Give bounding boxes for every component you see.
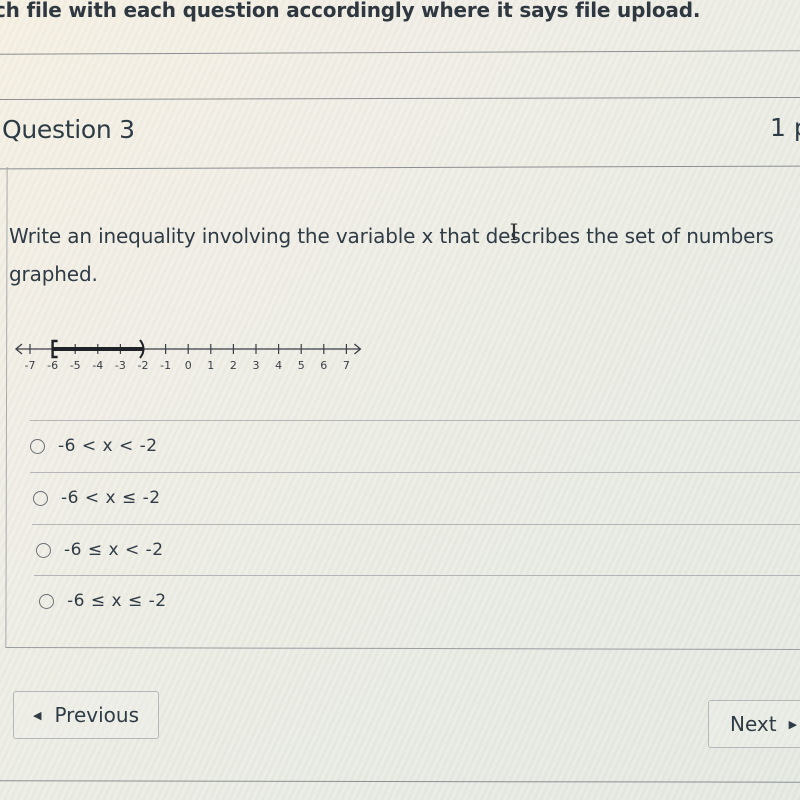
tick-label: -6 <box>47 359 58 372</box>
answer-option-label: -6 < x < -2 <box>58 436 158 456</box>
text-cursor-icon: I <box>509 221 519 246</box>
divider <box>0 96 800 101</box>
option-divider <box>30 420 800 421</box>
radio-button[interactable] <box>33 490 48 506</box>
tick-label: 6 <box>320 359 327 372</box>
number-line-graph: -7 -6 -5 -4 -3 -2 -1 0 1 2 3 4 5 6 7 <box>10 335 370 377</box>
divider <box>0 780 800 783</box>
option-divider <box>32 524 800 525</box>
tick-label: -7 <box>25 359 36 372</box>
question-points: 1 p <box>770 113 800 142</box>
tick-label: -2 <box>138 359 149 372</box>
question-prompt: Write an inequality involving the variab… <box>9 224 774 286</box>
tick-label: -5 <box>70 359 81 372</box>
divider <box>0 50 800 55</box>
tick-label: -1 <box>160 359 171 372</box>
tick-label: 2 <box>230 359 237 372</box>
answer-option-2[interactable]: -6 < x ≤ -2 <box>33 488 161 508</box>
tick-label: -3 <box>115 359 126 372</box>
answer-option-label: -6 ≤ x ≤ -2 <box>67 591 167 611</box>
radio-button[interactable] <box>30 438 45 454</box>
next-button-label: Next <box>730 712 777 736</box>
option-divider <box>34 575 800 576</box>
triangle-left-icon: ◀ <box>33 708 42 722</box>
option-divider <box>30 472 800 473</box>
question-title: Question 3 <box>2 115 135 144</box>
tick-label: 1 <box>207 359 214 372</box>
tick-label: 0 <box>185 359 192 372</box>
tick-label: 4 <box>275 359 282 372</box>
tick-label: 3 <box>253 359 260 372</box>
tick-label: -4 <box>92 359 103 372</box>
answer-option-label: -6 ≤ x < -2 <box>64 540 164 560</box>
radio-button[interactable] <box>39 593 54 609</box>
answer-option-1[interactable]: -6 < x < -2 <box>30 436 158 456</box>
previous-button-label: Previous <box>54 703 139 727</box>
answer-option-4[interactable]: -6 ≤ x ≤ -2 <box>39 591 167 611</box>
next-button[interactable]: Next ▶ <box>708 700 800 748</box>
tick-label: 7 <box>343 359 350 372</box>
answer-option-3[interactable]: -6 ≤ x < -2 <box>36 540 164 560</box>
triangle-right-icon: ▶ <box>788 717 798 731</box>
instruction-text: ch file with each question accordingly w… <box>0 0 701 22</box>
radio-button[interactable] <box>36 542 51 558</box>
answer-option-label: -6 < x ≤ -2 <box>61 488 161 508</box>
number-line-svg: -7 -6 -5 -4 -3 -2 -1 0 1 2 3 4 5 6 7 <box>14 339 362 372</box>
tick-label: 5 <box>298 359 305 372</box>
previous-button[interactable]: ◀ Previous <box>13 691 159 739</box>
